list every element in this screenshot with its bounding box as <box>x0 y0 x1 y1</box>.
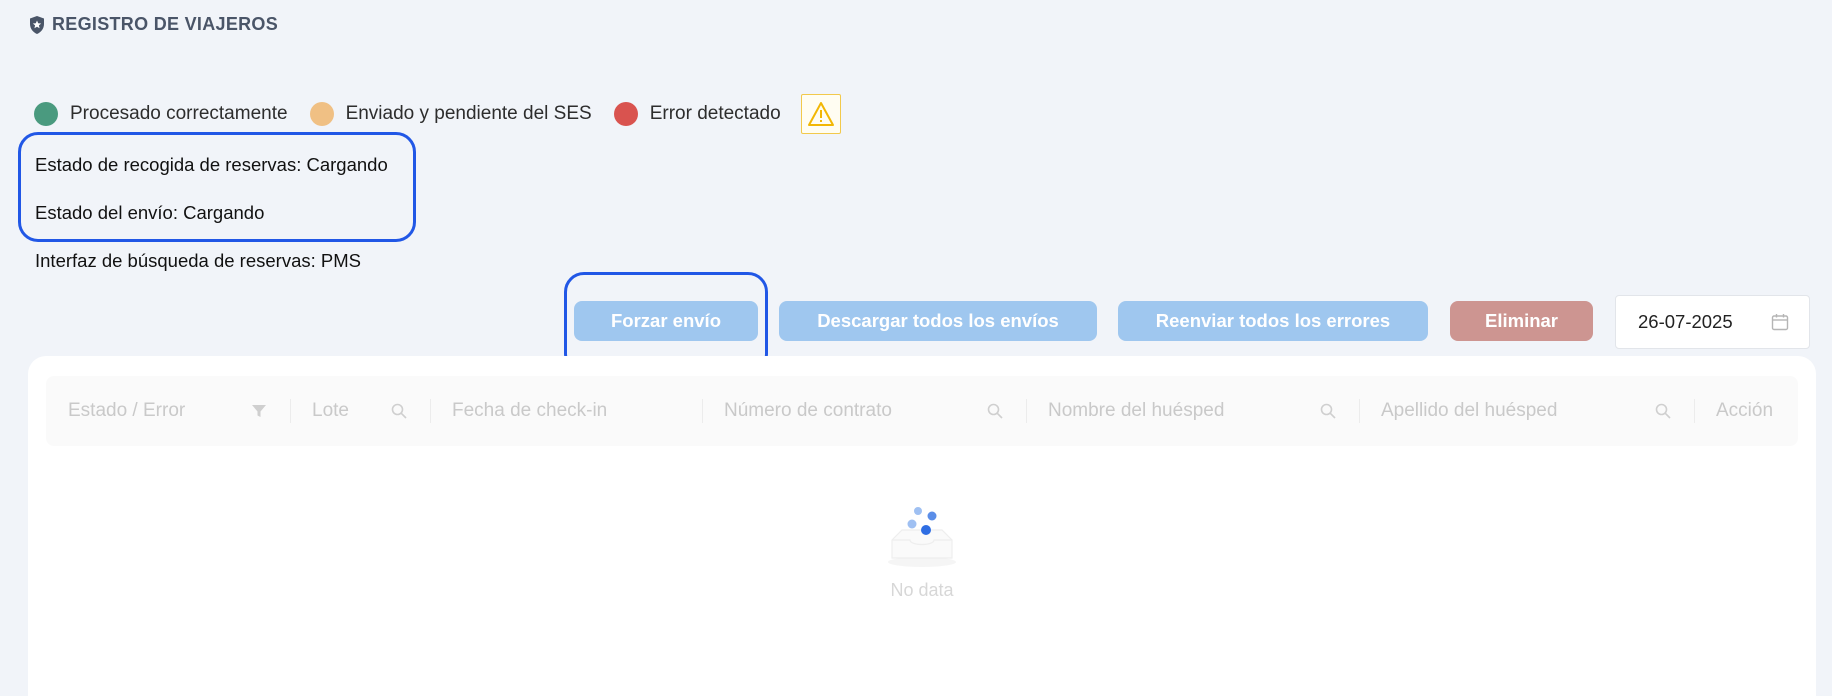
column-label: Número de contrato <box>724 400 892 421</box>
collection-status: Estado de recogida de reservas: Cargando <box>35 154 388 175</box>
search-icon[interactable] <box>1654 402 1672 420</box>
column-contract-number[interactable]: Número de contrato <box>702 376 1026 446</box>
legend-label: Enviado y pendiente del SES <box>345 103 592 124</box>
legend-label: Error detectado <box>649 103 781 124</box>
calendar-icon <box>1771 314 1789 331</box>
orange-status-dot <box>309 102 334 126</box>
column-label: Apellido del huésped <box>1381 400 1558 421</box>
date-value: 26-07-2025 <box>1638 311 1733 332</box>
warning-icon <box>807 102 834 126</box>
column-label: Nombre del huésped <box>1048 400 1225 421</box>
legend-label: Procesado correctamente <box>70 103 288 124</box>
search-interface-status: Interfaz de búsqueda de reservas: PMS <box>35 250 361 271</box>
search-icon[interactable] <box>986 402 1004 420</box>
search-icon[interactable] <box>390 402 408 420</box>
search-icon[interactable] <box>1319 402 1337 420</box>
page-header: REGISTRO DE VIAJEROS <box>28 14 278 35</box>
force-send-button[interactable]: Forzar envío <box>574 301 758 341</box>
column-batch[interactable]: Lote <box>290 376 430 446</box>
empty-state-text: No data <box>890 580 954 600</box>
column-checkin-date[interactable]: Fecha de check-in <box>430 376 702 446</box>
column-guest-surname[interactable]: Apellido del huésped <box>1359 376 1694 446</box>
column-label: Estado / Error <box>68 400 186 421</box>
download-all-button[interactable]: Descargar todos los envíos <box>779 301 1097 341</box>
column-label: Acción <box>1716 400 1774 421</box>
status-legend: Procesado correctamente Enviado y pendie… <box>34 94 841 134</box>
column-label: Fecha de check-in <box>452 400 608 421</box>
table-header: Estado / Error Lote Fecha de check-in Nú… <box>46 376 1798 446</box>
date-picker[interactable]: 26-07-2025 <box>1615 295 1810 349</box>
column-status-error[interactable]: Estado / Error <box>46 376 290 446</box>
filter-icon[interactable] <box>250 402 268 420</box>
legend-item-error: Error detectado <box>613 102 781 126</box>
column-action: Acción <box>1694 376 1798 446</box>
legend-item-pending: Enviado y pendiente del SES <box>309 102 592 126</box>
green-status-dot <box>34 102 58 126</box>
send-status: Estado del envío: Cargando <box>35 202 265 223</box>
resend-errors-button[interactable]: Reenviar todos los errores <box>1118 301 1428 341</box>
status-highlight <box>18 132 416 242</box>
column-guest-name[interactable]: Nombre del huésped <box>1026 376 1359 446</box>
legend-item-processed: Procesado correctamente <box>34 102 288 126</box>
delete-button[interactable]: Eliminar <box>1450 301 1593 341</box>
warning-button[interactable] <box>800 94 841 134</box>
column-label: Lote <box>312 400 349 421</box>
page-title: REGISTRO DE VIAJEROS <box>52 14 279 34</box>
red-status-dot <box>613 102 638 126</box>
shield-star-icon <box>30 15 44 34</box>
